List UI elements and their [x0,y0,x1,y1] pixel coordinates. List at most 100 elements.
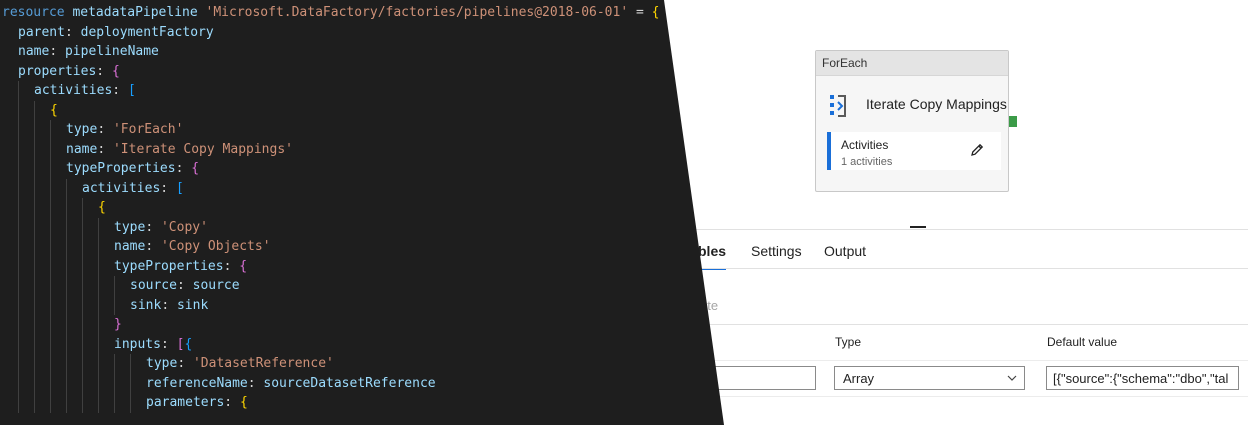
indent-guide [66,354,67,374]
code-token: type [114,219,146,235]
indent-guide [66,178,67,198]
indent-guide [18,334,19,354]
foreach-activity-card[interactable]: ForEach Iterate Copy Mappings Activities… [815,50,1009,192]
code-token: 'DatasetReference' [192,356,334,371]
indent-guide [34,354,35,374]
panel-resize-handle[interactable] [910,226,926,228]
indent-guide [66,393,67,413]
indent-guide [34,334,35,354]
indent-guide [34,120,35,140]
indent-guide [34,256,35,276]
code-token: typeProperties [66,161,176,176]
code-token: : [112,83,128,98]
code-token: referenceName [146,375,248,391]
indent-guide [82,393,83,413]
code-editor[interactable]: resource metadataPipeline 'Microsoft.Dat… [0,0,724,425]
indent-guide [114,393,115,413]
code-token: parameters [146,395,225,410]
indent-guide [82,276,83,296]
indent-guide [98,315,99,335]
code-token: : [160,336,177,352]
variable-type-value: Array [843,371,875,386]
code-token: : [177,356,193,371]
indent-guide [18,373,19,393]
indent-guide [66,295,67,315]
code-token: name [114,239,146,254]
indent-guide [18,295,19,315]
indent-guide [98,373,99,393]
code-token: 'Microsoft.DataFactory/factories/pipelin… [205,5,629,20]
indent-guide [66,276,67,296]
indent-guide [66,217,67,237]
indent-guide [114,276,115,296]
indent-guide [98,354,99,374]
code-token: : [145,219,161,235]
indent-guide [82,237,83,257]
code-token: { [184,336,193,352]
inner-activities-box[interactable]: Activities 1 activities [827,132,1001,170]
divider [680,268,1248,269]
indent-guide [98,276,99,296]
code-token: : [64,24,81,40]
code-token: 'Copy' [160,219,208,235]
tab-settings[interactable]: Settings [751,236,802,268]
code-token: { [239,258,248,274]
code-token: : [161,297,177,313]
indent-guide [18,100,19,120]
indent-guide [50,159,51,179]
code-token: { [191,161,200,176]
code-token: : [175,161,192,176]
divider [680,324,1248,325]
indent-guide [50,217,51,237]
code-token: : [247,375,264,391]
code-token: [ [127,83,136,98]
code-token: pipelineName [64,44,159,59]
indent-guide [18,159,19,179]
indent-guide [34,373,35,393]
code-token: 'ForEach' [112,122,184,137]
indent-guide [34,100,35,120]
default-value-input[interactable]: [{"source":{"schema":"dbo","tal [1046,366,1239,390]
indent-guide [82,198,83,218]
code-token: name [18,44,50,59]
indent-guide [34,295,35,315]
activities-label: Activities [841,138,889,152]
indent-guide [82,373,83,393]
indent-guide [34,178,35,198]
code-token: : [145,239,161,254]
code-token: { [111,63,120,79]
indent-guide [18,178,19,198]
output-connector-port[interactable] [1009,116,1017,127]
indent-guide [18,315,19,335]
code-token: metadataPipeline [72,5,206,20]
pencil-icon[interactable] [969,142,985,158]
indent-guide [66,373,67,393]
indent-guide [50,393,51,413]
indent-guide [50,334,51,354]
code-token: { [50,102,58,118]
indent-guide [50,237,51,257]
column-header-default-value: Default value [1047,335,1118,349]
indent-guide [82,354,83,374]
tab-output[interactable]: Output [824,236,866,268]
code-token: : [224,395,240,410]
code-token: { [98,200,106,215]
code-token: [ [175,180,184,196]
code-token: sourceDatasetReference [263,375,436,391]
indent-guide [82,256,83,276]
indent-guide [98,237,99,257]
indent-guide [82,315,83,335]
code-token: : [49,44,65,59]
code-token: : [223,258,240,274]
indent-guide [18,81,19,101]
indent-guide [114,354,115,374]
tab-variables[interactable]: bles [698,236,727,270]
indent-guide [98,295,99,315]
indent-guide [18,256,19,276]
indent-guide [82,295,83,315]
indent-guide [98,334,99,354]
variable-type-select[interactable]: Array [834,366,1025,390]
foreach-icon [830,95,846,117]
divider [680,360,1248,361]
code-token: source [130,278,177,293]
